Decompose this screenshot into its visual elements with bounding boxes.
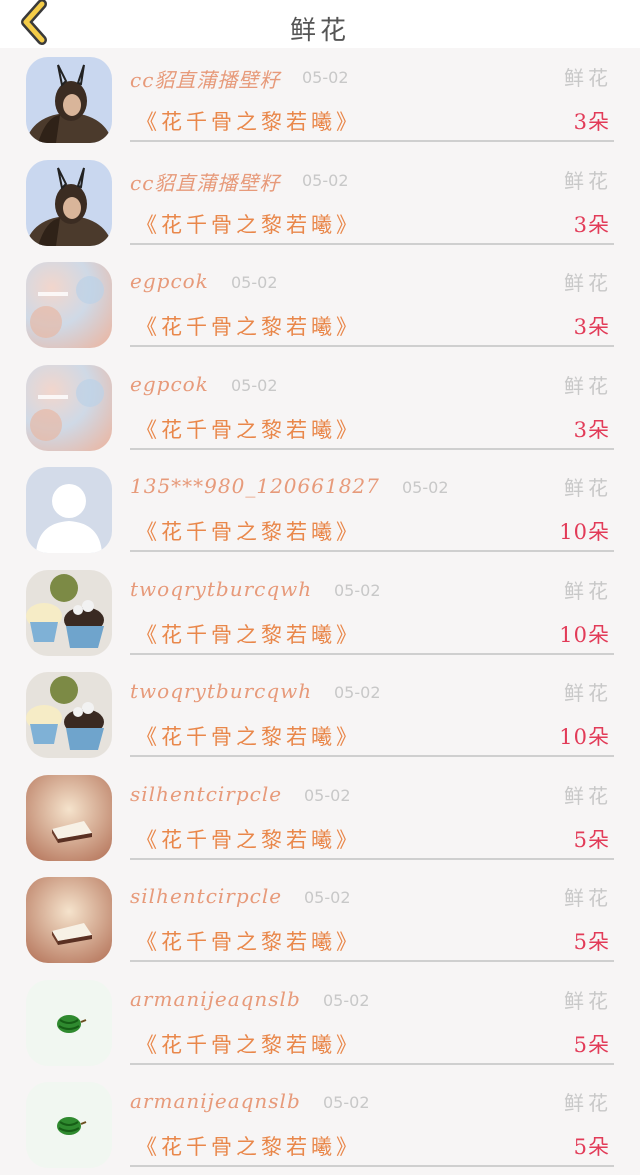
- username[interactable]: egpcok: [130, 269, 209, 293]
- username[interactable]: twoqrytburcqwh: [130, 679, 312, 703]
- flower-count: 5朵: [573, 1135, 610, 1159]
- row-divider: [130, 345, 614, 347]
- gift-type-label: 鲜花: [564, 988, 612, 1013]
- username[interactable]: egpcok: [130, 372, 209, 396]
- date-label: 05-02: [231, 375, 278, 395]
- row-divider: [130, 447, 614, 450]
- top-bar: 鲜花: [0, 0, 640, 48]
- row-divider: [130, 1165, 614, 1167]
- username[interactable]: silhentcirpcle: [130, 782, 282, 806]
- date-label: 05-02: [302, 170, 349, 190]
- gift-type-label: 鲜花: [564, 681, 612, 705]
- date-label: 05-02: [304, 888, 351, 907]
- row-divider: [130, 755, 614, 757]
- list-item[interactable]: silhentcirpcle 05-02 鲜花 《花千骨之黎若曦》 5朵: [0, 766, 640, 868]
- page-title: 鲜花: [289, 16, 350, 46]
- date-label: 05-02: [323, 990, 370, 1010]
- username[interactable]: twoqrytburcqwh: [130, 577, 312, 601]
- gift-type-label: 鲜花: [564, 783, 612, 808]
- book-title[interactable]: 《花千骨之黎若曦》: [136, 619, 361, 649]
- flower-count: 3朵: [573, 417, 610, 442]
- default-person-avatar[interactable]: [26, 467, 112, 553]
- book-title[interactable]: 《花千骨之黎若曦》: [136, 721, 361, 751]
- girl-bunny-ears-avatar[interactable]: [26, 159, 112, 246]
- book-title[interactable]: 《花千骨之黎若曦》: [136, 516, 361, 546]
- book-title[interactable]: 《花千骨之黎若曦》: [136, 1131, 361, 1161]
- watermelon-avatar[interactable]: [26, 979, 112, 1066]
- gift-type-label: 鲜花: [564, 271, 612, 295]
- list-item[interactable]: cc貂直蒲播壁籽 05-02 鲜花 《花千骨之黎若曦》 3朵: [0, 151, 640, 253]
- list-item[interactable]: 135***980_120661827 05-02 鲜花 《花千骨之黎若曦》 1…: [0, 458, 640, 560]
- row-divider: [130, 960, 614, 962]
- gift-type-label: 鲜花: [564, 886, 612, 910]
- flower-count: 10朵: [559, 520, 610, 544]
- flower-count: 5朵: [573, 1032, 610, 1057]
- gift-type-label: 鲜花: [564, 476, 612, 500]
- list-item[interactable]: twoqrytburcqwh 05-02 鲜花 《花千骨之黎若曦》 10朵: [0, 663, 640, 765]
- flower-count: 3朵: [573, 212, 610, 237]
- date-label: 05-02: [334, 580, 381, 600]
- date-label: 05-02: [231, 273, 278, 292]
- book-title[interactable]: 《花千骨之黎若曦》: [136, 106, 361, 136]
- username[interactable]: armanijeaqnslb: [130, 1089, 301, 1113]
- watermelon-avatar[interactable]: [26, 1082, 112, 1168]
- row-divider: [130, 242, 614, 245]
- list-item[interactable]: armanijeaqnslb 05-02 鲜花 《花千骨之黎若曦》 5朵: [0, 971, 640, 1073]
- row-divider: [130, 652, 614, 655]
- row-divider: [130, 140, 614, 142]
- date-label: 05-02: [323, 1093, 370, 1112]
- flower-count: 5朵: [573, 827, 610, 852]
- row-divider: [130, 1062, 614, 1065]
- list-item[interactable]: cc貂直蒲播壁籽 05-02 鲜花 《花千骨之黎若曦》 3朵: [0, 48, 640, 150]
- cake-slice-avatar[interactable]: [26, 877, 112, 963]
- username[interactable]: silhentcirpcle: [130, 884, 282, 908]
- date-label: 05-02: [334, 683, 381, 702]
- row-divider: [130, 857, 614, 860]
- list-item[interactable]: silhentcirpcle 05-02 鲜花 《花千骨之黎若曦》 5朵: [0, 868, 640, 970]
- list-item[interactable]: egpcok 05-02 鲜花 《花千骨之黎若曦》 3朵: [0, 253, 640, 355]
- gift-type-label: 鲜花: [564, 1091, 612, 1115]
- gift-type-label: 鲜花: [564, 168, 612, 193]
- row-divider: [130, 550, 614, 552]
- cupcakes-avatar[interactable]: [26, 672, 112, 758]
- gift-type-label: 鲜花: [564, 373, 612, 398]
- blurry-pastel-avatar[interactable]: [26, 364, 112, 451]
- date-label: 05-02: [302, 68, 349, 87]
- book-title[interactable]: 《花千骨之黎若曦》: [136, 824, 361, 854]
- book-title[interactable]: 《花千骨之黎若曦》: [136, 926, 361, 956]
- flower-count: 10朵: [559, 725, 610, 749]
- girl-bunny-ears-avatar[interactable]: [26, 57, 112, 143]
- book-title[interactable]: 《花千骨之黎若曦》: [136, 209, 361, 239]
- book-title[interactable]: 《花千骨之黎若曦》: [136, 1029, 361, 1059]
- flower-count: 3朵: [573, 110, 610, 134]
- username[interactable]: cc貂直蒲播壁籽: [130, 167, 280, 196]
- gift-type-label: 鲜花: [564, 66, 612, 90]
- gift-type-label: 鲜花: [564, 578, 612, 603]
- cake-slice-avatar[interactable]: [26, 774, 112, 861]
- date-label: 05-02: [402, 478, 449, 497]
- list-item[interactable]: egpcok 05-02 鲜花 《花千骨之黎若曦》 3朵: [0, 356, 640, 458]
- flower-count: 5朵: [573, 930, 610, 954]
- book-title[interactable]: 《花千骨之黎若曦》: [136, 414, 361, 444]
- date-label: 05-02: [304, 785, 351, 805]
- book-title[interactable]: 《花千骨之黎若曦》: [136, 311, 361, 341]
- username[interactable]: 135***980_120661827: [130, 474, 380, 498]
- username[interactable]: cc貂直蒲播壁籽: [130, 64, 280, 93]
- blurry-pastel-avatar[interactable]: [26, 262, 112, 348]
- username[interactable]: armanijeaqnslb: [130, 987, 301, 1011]
- list-item[interactable]: armanijeaqnslb 05-02 鲜花 《花千骨之黎若曦》 5朵: [0, 1073, 640, 1175]
- flower-count: 10朵: [559, 622, 610, 647]
- list-item[interactable]: twoqrytburcqwh 05-02 鲜花 《花千骨之黎若曦》 10朵: [0, 561, 640, 663]
- cupcakes-avatar[interactable]: [26, 569, 112, 656]
- flower-count: 3朵: [573, 315, 610, 339]
